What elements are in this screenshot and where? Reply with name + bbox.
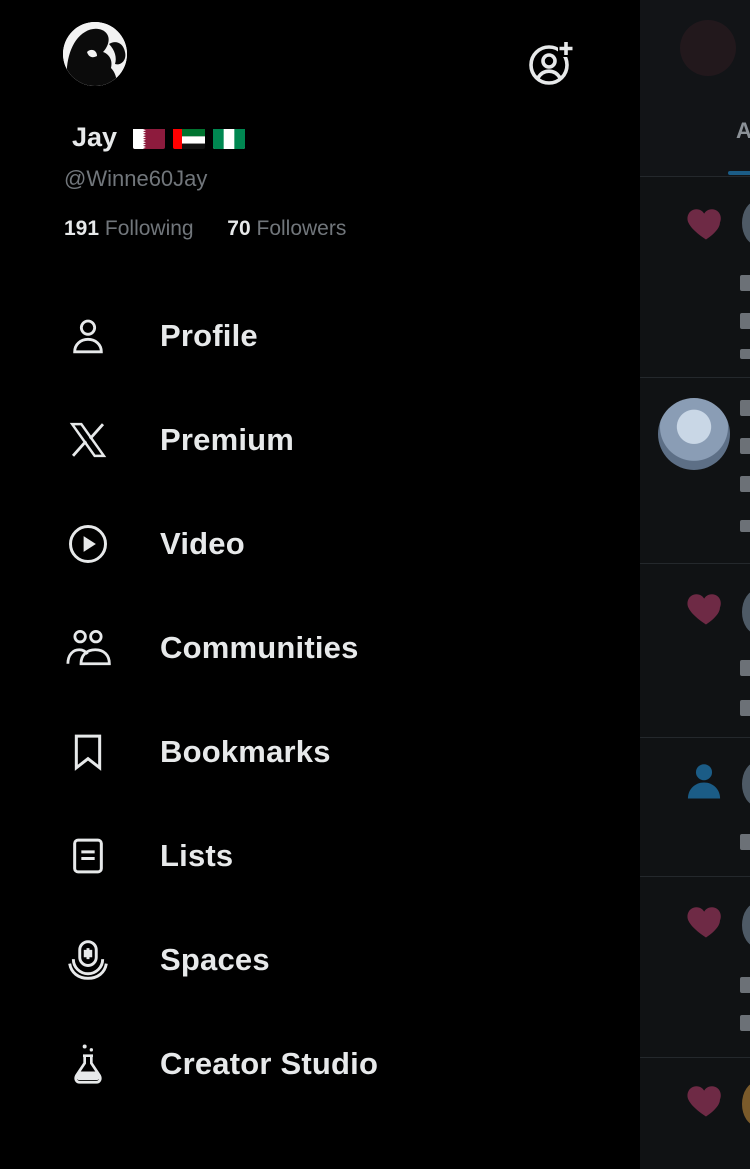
avatar [742, 1082, 750, 1126]
avatar-silhouette [63, 22, 127, 86]
menu-label: Profile [160, 318, 258, 353]
drawer-menu: Profile Premium Video Communities Bookma [0, 284, 640, 1116]
spaces-mic-icon [64, 936, 112, 984]
bookmark-icon [64, 728, 112, 776]
text-fragment [740, 834, 750, 850]
menu-item-bookmarks[interactable]: Bookmarks [0, 700, 640, 804]
menu-label: Video [160, 526, 245, 561]
text-fragment [740, 1015, 750, 1031]
uae-flag-icon [173, 127, 206, 149]
avatar [742, 590, 750, 634]
tab-underline [728, 171, 750, 175]
profile-avatar[interactable] [63, 22, 127, 86]
communities-icon [64, 624, 112, 672]
notification-row[interactable] [640, 877, 750, 1058]
menu-label: Communities [160, 630, 359, 665]
following-link[interactable]: 191 Following [64, 217, 194, 240]
menu-item-video[interactable]: Video [0, 492, 640, 596]
text-fragment [740, 313, 750, 329]
notification-row[interactable] [640, 738, 750, 877]
notification-row[interactable] [640, 1058, 750, 1169]
header-avatar [680, 20, 736, 76]
menu-label: Spaces [160, 942, 270, 977]
text-fragment [740, 275, 750, 291]
menu-item-lists[interactable]: Lists [0, 804, 640, 908]
nigeria-flag-icon [213, 127, 246, 149]
menu-label: Lists [160, 838, 234, 873]
text-fragment [740, 349, 750, 359]
add-account-button[interactable] [526, 38, 576, 88]
notification-row[interactable] [640, 177, 750, 378]
menu-item-creator-studio[interactable]: Creator Studio [0, 1012, 640, 1116]
followers-link[interactable]: 70 Followers [227, 217, 346, 240]
display-name-text: Jay [72, 122, 118, 152]
feed-tab-label[interactable]: A [736, 118, 750, 144]
display-name[interactable]: Jay [64, 122, 246, 153]
person-add-icon [529, 41, 574, 85]
text-fragment [740, 438, 750, 454]
followers-label: Followers [256, 217, 347, 240]
following-label: Following [104, 217, 194, 240]
x-logo-icon [64, 416, 112, 464]
followers-count: 70 [227, 217, 251, 240]
follow-stats: 191 Following 70 Followers [64, 217, 346, 241]
person-icon [64, 312, 112, 360]
qatar-flag-icon [133, 127, 166, 149]
menu-label: Bookmarks [160, 734, 331, 769]
notification-row[interactable] [640, 564, 750, 738]
flask-icon [64, 1040, 112, 1088]
notification-row[interactable] [640, 378, 750, 564]
menu-item-communities[interactable]: Communities [0, 596, 640, 700]
heart-icon [687, 209, 721, 240]
list-icon [64, 832, 112, 880]
text-fragment [740, 520, 750, 532]
following-count: 191 [64, 217, 100, 240]
avatar [742, 762, 750, 806]
background-feed: A [640, 0, 750, 1169]
menu-item-premium[interactable]: Premium [0, 388, 640, 492]
menu-item-profile[interactable]: Profile [0, 284, 640, 388]
heart-icon [687, 594, 721, 625]
heart-icon [687, 1086, 721, 1117]
play-circle-icon [64, 520, 112, 568]
text-fragment [740, 977, 750, 993]
person-icon [687, 764, 721, 799]
avatar [742, 903, 750, 947]
user-handle: @Winne60Jay [64, 166, 208, 191]
text-fragment [740, 700, 750, 716]
heart-icon [687, 907, 721, 938]
text-fragment [740, 476, 750, 492]
text-fragment [740, 400, 750, 416]
menu-label: Creator Studio [160, 1046, 379, 1081]
text-fragment [740, 660, 750, 676]
avatar [658, 398, 730, 470]
menu-label: Premium [160, 422, 295, 457]
avatar [742, 201, 750, 245]
feed-header: A [640, 0, 750, 177]
menu-item-spaces[interactable]: Spaces [0, 908, 640, 1012]
navigation-drawer: Jay @Winne60Jay 191 Following 70 Followe… [0, 0, 640, 1169]
